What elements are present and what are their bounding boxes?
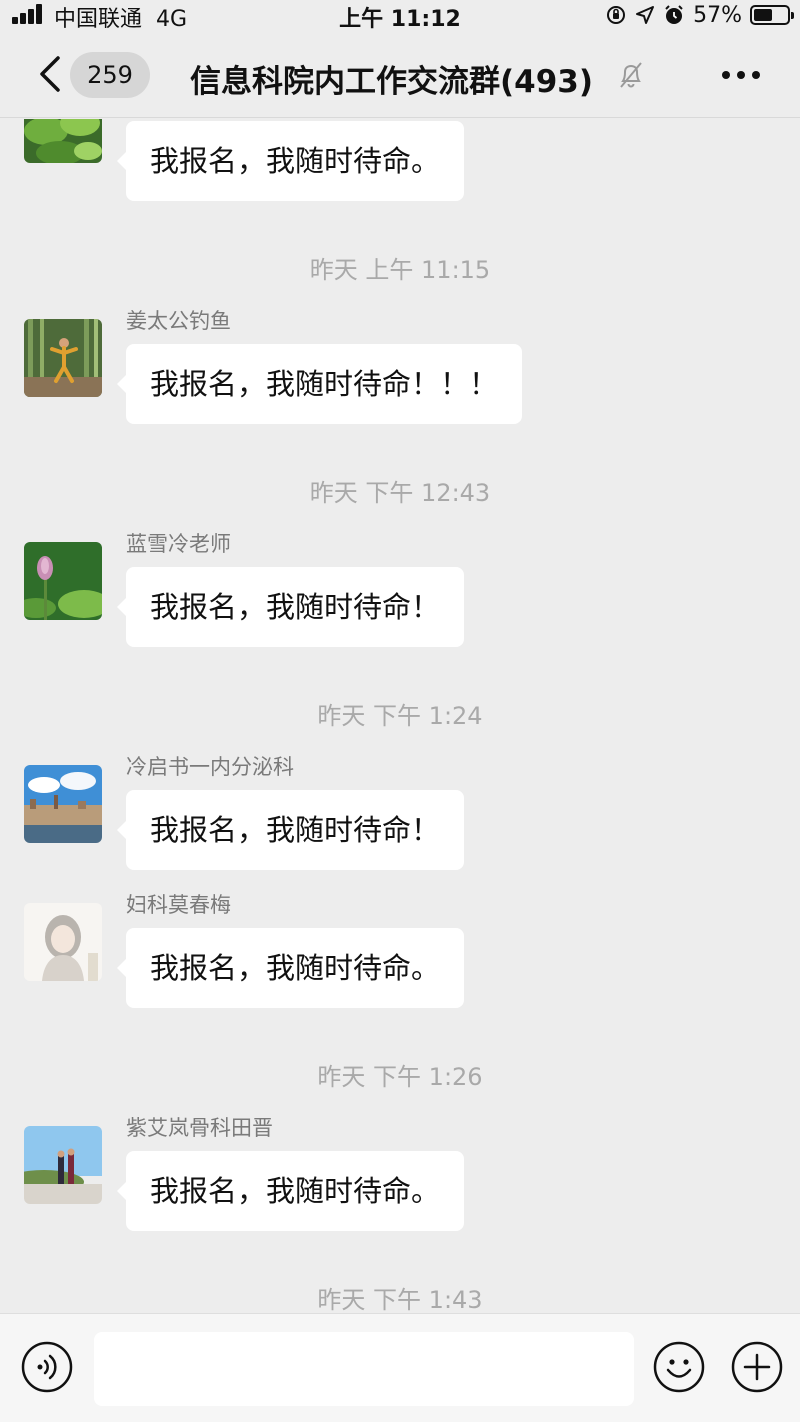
- avatar-illustrated-girl: [24, 903, 102, 981]
- avatar-plant-leaves: [24, 119, 102, 163]
- sender-name: 妇科莫春梅: [126, 893, 231, 917]
- mute-bell-icon: [620, 62, 642, 88]
- more-options-button[interactable]: [718, 56, 764, 94]
- timestamp: 昨天 下午 1:26: [317, 1063, 483, 1091]
- sender-name: 冷启书一内分泌科: [126, 755, 294, 779]
- emoji-button[interactable]: [652, 1340, 706, 1394]
- orientation-lock-icon: [607, 6, 626, 24]
- sender-name: 蓝雪冷老师: [126, 532, 231, 556]
- timestamp: 昨天 下午 1:24: [317, 702, 483, 730]
- avatar[interactable]: [24, 319, 102, 397]
- avatar-hill-people: [24, 1126, 102, 1204]
- battery-level: [754, 9, 773, 21]
- message-list[interactable]: 我报名，我随时待命。 昨天 上午 11:15 姜太公钓鱼 我报名，我随时待命！！…: [0, 119, 800, 1312]
- battery-icon: [750, 5, 794, 25]
- unread-count-badge[interactable]: 259: [70, 52, 150, 98]
- avatar-lotus-bud: [24, 542, 102, 620]
- message-bubble[interactable]: 我报名，我随时待命！: [116, 567, 465, 647]
- sender-name: 紫艾岚骨科田晋: [126, 1116, 273, 1140]
- message-row: 紫艾岚骨科田晋 我报名，我随时待命。: [0, 1114, 800, 1234]
- sender-name: 姜太公钓鱼: [126, 309, 231, 333]
- voice-input-button[interactable]: [20, 1340, 74, 1394]
- message-row: 冷启书一内分泌科 我报名，我随时待命！: [0, 753, 800, 873]
- voice-wave-icon: [21, 1341, 73, 1393]
- message-bubble[interactable]: 我报名，我随时待命！！！: [116, 344, 523, 424]
- avatar-bamboo-forest: [24, 319, 102, 397]
- timestamp: 昨天 下午 12:43: [309, 479, 491, 507]
- chat-header: 259 信息科院内工作交流群(493): [0, 30, 800, 118]
- avatar[interactable]: [24, 1126, 102, 1204]
- avatar[interactable]: [24, 765, 102, 843]
- message-bubble[interactable]: 我报名，我随时待命。: [116, 928, 465, 1008]
- plus-icon: [731, 1341, 783, 1393]
- timestamp: 昨天 上午 11:15: [309, 256, 491, 284]
- page-title: 信息科院内工作交流群(493): [190, 64, 594, 100]
- message-bubble[interactable]: 我报名，我随时待命。: [116, 1151, 465, 1231]
- back-button[interactable]: [30, 50, 70, 98]
- message-bubble[interactable]: 我报名，我随时待命。: [116, 121, 465, 201]
- more-dots-icon: [722, 71, 760, 79]
- status-icons: 57%: [605, 2, 794, 28]
- more-features-button[interactable]: [730, 1340, 784, 1394]
- timestamp: 昨天 下午 1:43: [317, 1286, 483, 1312]
- location-arrow-icon: [636, 6, 655, 24]
- message-row: 姜太公钓鱼 我报名，我随时待命！！！: [0, 307, 800, 427]
- input-toolbar: [0, 1313, 800, 1422]
- avatar[interactable]: [24, 542, 102, 620]
- message-row: 蓝雪冷老师 我报名，我随时待命！: [0, 530, 800, 650]
- status-bar: 中国联通 4G 上午 11:12 57%: [0, 0, 800, 32]
- chevron-left-icon: [40, 56, 60, 92]
- avatar[interactable]: [24, 119, 102, 163]
- message-input[interactable]: [94, 1332, 634, 1406]
- battery-percent: 57%: [693, 2, 742, 28]
- message-row: 我报名，我随时待命。: [0, 119, 800, 205]
- message-row: 妇科莫春梅 我报名，我随时待命。: [0, 891, 800, 1011]
- smiley-icon: [653, 1341, 705, 1393]
- message-bubble[interactable]: 我报名，我随时待命！: [116, 790, 465, 870]
- avatar[interactable]: [24, 903, 102, 981]
- avatar-city-skyline: [24, 765, 102, 843]
- alarm-clock-icon: [665, 5, 683, 24]
